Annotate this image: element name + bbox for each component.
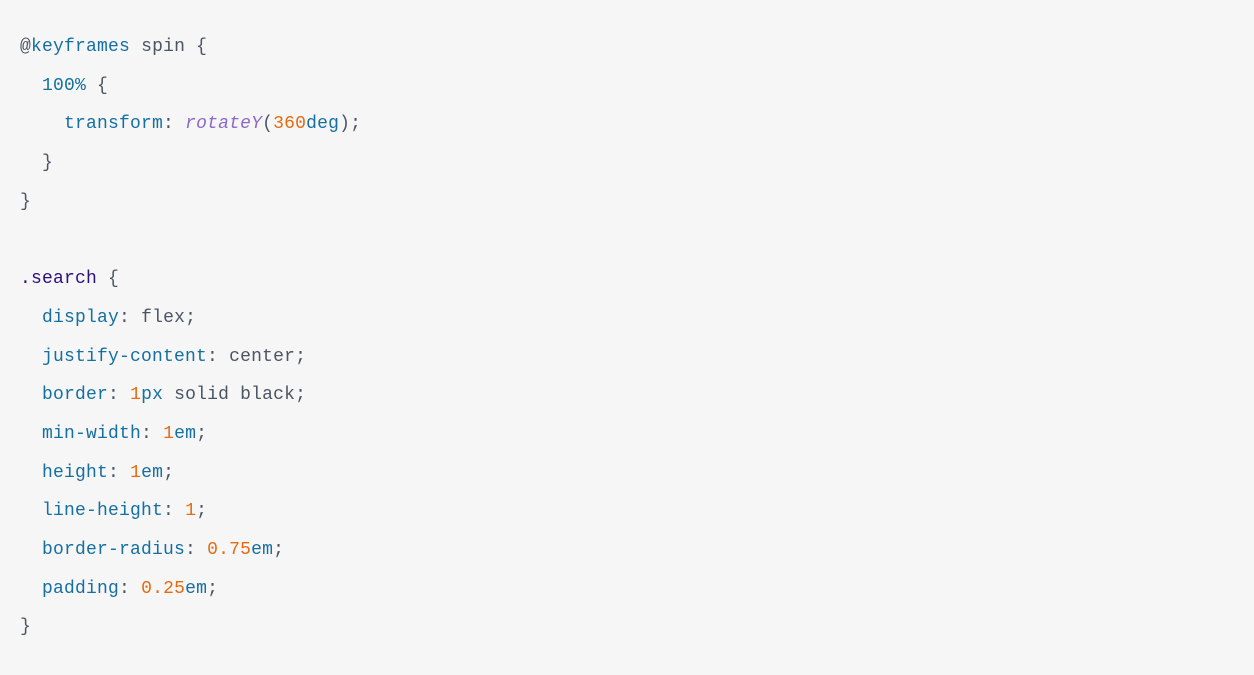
indent bbox=[20, 579, 42, 599]
colon: : bbox=[108, 463, 119, 483]
rparen: ) bbox=[339, 114, 350, 134]
close-brace: } bbox=[42, 153, 53, 173]
colon: : bbox=[207, 347, 218, 367]
css-unit: px bbox=[141, 385, 163, 405]
indent bbox=[20, 501, 42, 521]
css-number: 1 bbox=[185, 501, 196, 521]
indent bbox=[20, 308, 42, 328]
css-number: 1 bbox=[130, 463, 141, 483]
at-symbol: @ bbox=[20, 37, 31, 57]
indent bbox=[20, 463, 42, 483]
keyframes-keyword: keyframes bbox=[31, 37, 130, 57]
semicolon: ; bbox=[295, 347, 306, 367]
semicolon: ; bbox=[196, 501, 207, 521]
css-function: rotateY bbox=[185, 114, 262, 134]
indent bbox=[20, 540, 42, 560]
css-number: 1 bbox=[130, 385, 141, 405]
colon: : bbox=[108, 385, 119, 405]
indent bbox=[20, 114, 64, 134]
keyframe-percent: 100% bbox=[42, 76, 86, 96]
animation-name: spin bbox=[141, 37, 185, 57]
css-property: border-radius bbox=[42, 540, 185, 560]
indent bbox=[20, 76, 42, 96]
semicolon: ; bbox=[295, 385, 306, 405]
css-property: height bbox=[42, 463, 108, 483]
semicolon: ; bbox=[350, 114, 361, 134]
close-brace: } bbox=[20, 192, 31, 212]
css-code-block: @keyframes spin { 100% { transform: rota… bbox=[20, 28, 1234, 647]
css-unit: em bbox=[185, 579, 207, 599]
semicolon: ; bbox=[273, 540, 284, 560]
open-brace: { bbox=[196, 37, 207, 57]
colon: : bbox=[185, 540, 196, 560]
css-unit: em bbox=[141, 463, 163, 483]
css-unit: em bbox=[251, 540, 273, 560]
css-value: solid black bbox=[174, 385, 295, 405]
css-property: line-height bbox=[42, 501, 163, 521]
css-number: 1 bbox=[163, 424, 174, 444]
css-property: transform bbox=[64, 114, 163, 134]
indent bbox=[20, 385, 42, 405]
semicolon: ; bbox=[185, 308, 196, 328]
open-brace: { bbox=[108, 269, 119, 289]
indent bbox=[20, 424, 42, 444]
colon: : bbox=[163, 114, 174, 134]
css-value: center bbox=[229, 347, 295, 367]
css-property: padding bbox=[42, 579, 119, 599]
colon: : bbox=[163, 501, 174, 521]
open-brace: { bbox=[97, 76, 108, 96]
indent bbox=[20, 153, 42, 173]
colon: : bbox=[119, 579, 130, 599]
css-number: 360 bbox=[273, 114, 306, 134]
close-brace: } bbox=[20, 617, 31, 637]
colon: : bbox=[119, 308, 130, 328]
indent bbox=[20, 347, 42, 367]
css-property: justify-content bbox=[42, 347, 207, 367]
semicolon: ; bbox=[207, 579, 218, 599]
css-number: 0.75 bbox=[207, 540, 251, 560]
css-unit: deg bbox=[306, 114, 339, 134]
css-property: min-width bbox=[42, 424, 141, 444]
css-property: border bbox=[42, 385, 108, 405]
css-property: display bbox=[42, 308, 119, 328]
lparen: ( bbox=[262, 114, 273, 134]
semicolon: ; bbox=[196, 424, 207, 444]
css-selector: .search bbox=[20, 269, 97, 289]
css-unit: em bbox=[174, 424, 196, 444]
semicolon: ; bbox=[163, 463, 174, 483]
css-value: flex bbox=[141, 308, 185, 328]
css-number: 0.25 bbox=[141, 579, 185, 599]
colon: : bbox=[141, 424, 152, 444]
